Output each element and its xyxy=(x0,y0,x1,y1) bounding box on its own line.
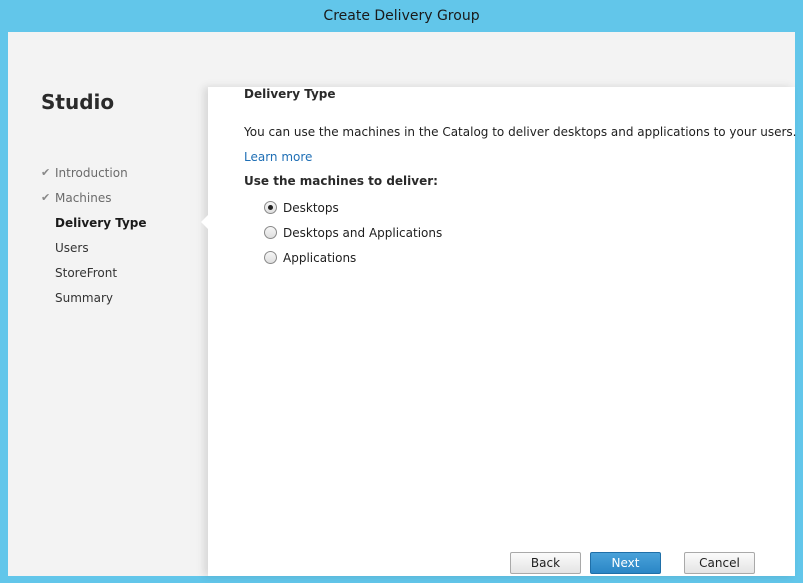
wizard-window: Studio ✔ Introduction ✔ Machines Deliver… xyxy=(8,32,797,576)
deliver-label: Use the machines to deliver: xyxy=(244,174,438,188)
next-button[interactable]: Next xyxy=(590,552,661,574)
step-users: Users xyxy=(41,239,147,264)
option-label: Desktops and Applications xyxy=(283,225,443,240)
step-storefront: StoreFront xyxy=(41,264,147,289)
option-desktops[interactable]: Desktops xyxy=(264,195,442,220)
page-title: Delivery Type xyxy=(244,87,336,101)
wizard-sidebar: Studio ✔ Introduction ✔ Machines Deliver… xyxy=(8,32,206,576)
radio-desktops-and-applications[interactable] xyxy=(264,226,277,239)
active-step-pointer xyxy=(201,215,208,229)
radio-applications[interactable] xyxy=(264,251,277,264)
step-label: Delivery Type xyxy=(55,216,147,230)
option-desktops-and-applications[interactable]: Desktops and Applications xyxy=(264,220,442,245)
step-label: Introduction xyxy=(55,166,128,180)
back-button[interactable]: Back xyxy=(510,552,581,574)
checkmark-icon: ✔ xyxy=(41,191,51,204)
delivery-type-radio-group: Desktops Desktops and Applications Appli… xyxy=(264,195,442,270)
step-machines: ✔ Machines xyxy=(41,189,147,214)
cancel-button[interactable]: Cancel xyxy=(684,552,755,574)
window-title: Create Delivery Group xyxy=(323,8,480,24)
checkmark-icon: ✔ xyxy=(41,166,51,179)
option-applications[interactable]: Applications xyxy=(264,245,442,270)
brand-title: Studio xyxy=(41,90,115,114)
learn-more-link[interactable]: Learn more xyxy=(244,150,312,164)
step-list: ✔ Introduction ✔ Machines Delivery Type … xyxy=(41,164,147,314)
step-label: Summary xyxy=(55,291,113,305)
step-label: StoreFront xyxy=(55,266,118,280)
step-delivery-type: Delivery Type xyxy=(41,214,147,239)
page-description: You can use the machines in the Catalog … xyxy=(244,125,797,139)
content-panel: Delivery Type You can use the machines i… xyxy=(201,87,797,576)
radio-desktops[interactable] xyxy=(264,201,277,214)
option-label: Applications xyxy=(283,250,357,265)
step-introduction: ✔ Introduction xyxy=(41,164,147,189)
step-label: Machines xyxy=(55,191,112,205)
option-label: Desktops xyxy=(283,200,339,215)
window-title-bar: Create Delivery Group xyxy=(0,0,803,32)
step-summary: Summary xyxy=(41,289,147,314)
step-label: Users xyxy=(55,241,89,255)
